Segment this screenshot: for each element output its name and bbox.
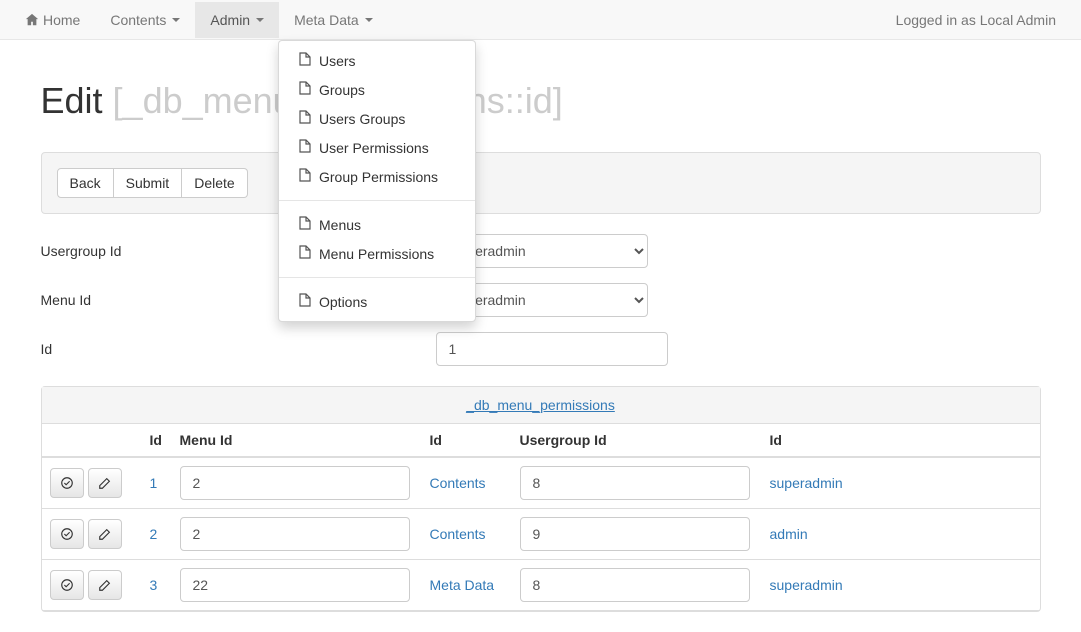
permissions-table: Id Menu Id Id Usergroup Id Id 1 Contents s… [42,424,1040,611]
nav-metadata-label: Meta Data [294,12,359,28]
dropdown-menu-permissions-label: Menu Permissions [319,246,434,262]
document-icon [299,110,311,127]
delete-button[interactable]: Delete [182,168,247,198]
submit-button[interactable]: Submit [114,168,183,198]
dropdown-user-permissions[interactable]: User Permissions [279,133,475,162]
caret-icon [256,18,264,22]
select-button[interactable] [50,468,84,498]
document-icon [299,168,311,185]
permissions-panel: _db_menu_permissions Id Menu Id Id Userg… [41,386,1041,612]
row-id2-link[interactable]: Contents [430,526,486,542]
row-menuid-input[interactable] [180,466,410,500]
row-ugid-input[interactable] [520,568,750,602]
edit-button[interactable] [88,468,122,498]
nav-contents[interactable]: Contents [95,2,195,38]
row-id2-link[interactable]: Contents [430,475,486,491]
th-menuid: Menu Id [172,424,422,457]
th-id2: Id [422,424,512,457]
dropdown-group-permissions[interactable]: Group Permissions [279,162,475,191]
button-group: Back Submit Delete [57,168,248,198]
dropdown-users-groups[interactable]: Users Groups [279,104,475,133]
panel-heading: _db_menu_permissions [42,387,1040,424]
th-ugid: Usergroup Id [512,424,762,457]
action-toolbar: Back Submit Delete [41,152,1041,214]
dropdown-users[interactable]: Users [279,46,475,75]
caret-icon [365,18,373,22]
row-menuid-input[interactable] [180,517,410,551]
dropdown-menus-label: Menus [319,217,361,233]
document-icon [299,81,311,98]
row-menuid-input[interactable] [180,568,410,602]
dropdown-divider [279,200,475,201]
table-row: 2 Contents admin [42,509,1040,560]
top-navbar: Home Contents Admin Meta Data Logged in … [0,0,1081,40]
nav-admin[interactable]: Admin [195,2,279,38]
document-icon [299,216,311,233]
main-container: Edit [_db_menu_permissions::id] Back Sub… [26,40,1056,632]
row-id-link[interactable]: 3 [150,577,158,593]
dropdown-menus[interactable]: Menus [279,210,475,239]
row-id2-link[interactable]: Meta Data [430,577,495,593]
row-id3-link[interactable]: superadmin [770,577,843,593]
row-ugid-input[interactable] [520,466,750,500]
row-ugid-input[interactable] [520,517,750,551]
select-button[interactable] [50,570,84,600]
dropdown-groups-label: Groups [319,82,365,98]
dropdown-users-label: Users [319,53,356,69]
table-row: 3 Meta Data superadmin [42,560,1040,611]
document-icon [299,52,311,69]
panel-title-link[interactable]: _db_menu_permissions [466,397,615,413]
id-label: Id [41,341,436,357]
page-title: Edit [_db_menu_permissions::id] [41,80,1041,122]
dropdown-users-groups-label: Users Groups [319,111,405,127]
id-input[interactable] [436,332,668,366]
nav-home[interactable]: Home [10,2,95,38]
form-row-id: Id [41,332,1041,366]
dropdown-options-label: Options [319,294,367,310]
th-actions [42,424,142,457]
caret-icon [172,18,180,22]
th-id1: Id [142,424,172,457]
form-row-usergroup: Usergroup Id superadmin [41,234,1041,268]
row-id-link[interactable]: 2 [150,526,158,542]
edit-button[interactable] [88,519,122,549]
edit-button[interactable] [88,570,122,600]
page-title-prefix: Edit [41,80,113,121]
document-icon [299,139,311,156]
dropdown-user-permissions-label: User Permissions [319,140,429,156]
nav-admin-label: Admin [210,12,250,28]
dropdown-divider [279,277,475,278]
th-id3: Id [762,424,1040,457]
dropdown-menu-permissions[interactable]: Menu Permissions [279,239,475,268]
admin-dropdown: Users Groups Users Groups User Permissio… [278,40,476,322]
dropdown-group-permissions-label: Group Permissions [319,169,438,185]
row-id3-link[interactable]: admin [770,526,808,542]
row-id-link[interactable]: 1 [150,475,158,491]
row-id3-link[interactable]: superadmin [770,475,843,491]
document-icon [299,245,311,262]
home-icon [25,13,39,27]
document-icon [299,293,311,310]
form-row-menu: Menu Id superadmin [41,283,1041,317]
nav-logged-in: Logged in as Local Admin [881,12,1071,28]
table-row: 1 Contents superadmin [42,457,1040,509]
dropdown-groups[interactable]: Groups [279,75,475,104]
back-button[interactable]: Back [57,168,114,198]
select-button[interactable] [50,519,84,549]
dropdown-options[interactable]: Options [279,287,475,316]
nav-metadata[interactable]: Meta Data [279,2,388,38]
nav-left: Home Contents Admin Meta Data [10,2,881,38]
nav-contents-label: Contents [110,12,166,28]
nav-home-label: Home [43,12,80,28]
